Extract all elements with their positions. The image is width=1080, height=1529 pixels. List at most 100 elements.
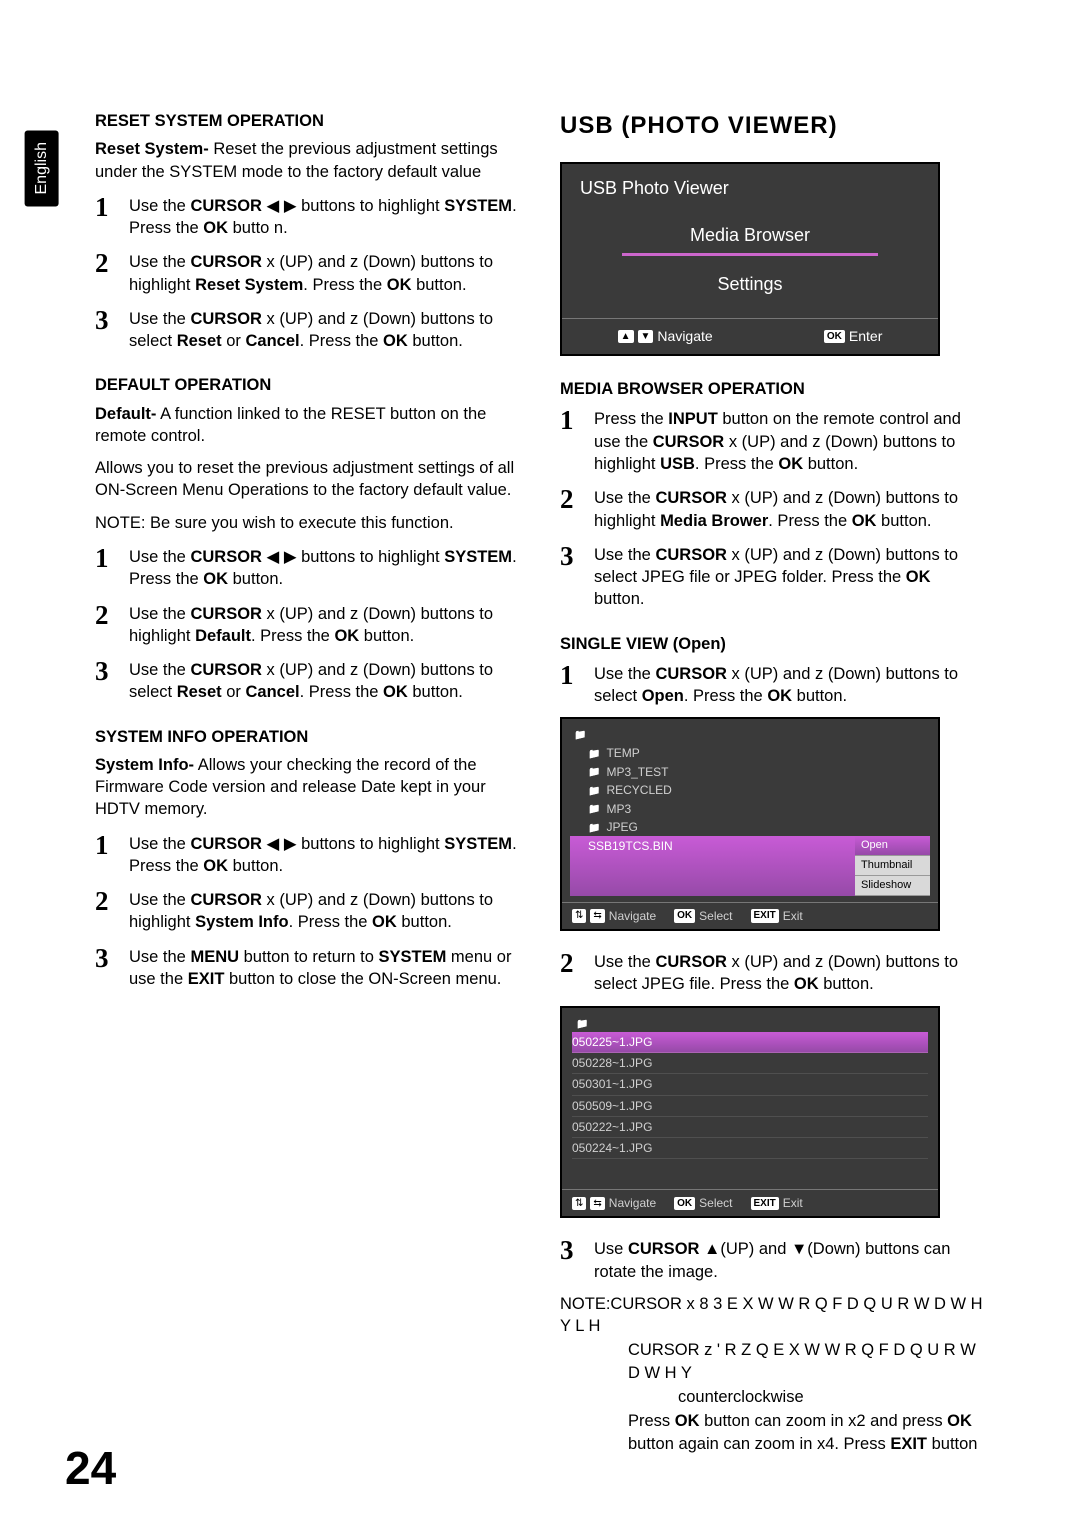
single-view-title: SINGLE VIEW (Open)	[560, 633, 985, 655]
step-number: 2	[95, 249, 129, 277]
single-step-1: Use the CURSOR x (UP) and z (Down) butto…	[594, 661, 985, 708]
file-item: 050509~1.JPG	[572, 1096, 928, 1117]
updown-icon: ⇅	[572, 1197, 586, 1211]
page-number: 24	[65, 1437, 116, 1499]
menu-item-media-browser: Media Browser	[622, 223, 878, 256]
media-step-3: Use the CURSOR x (UP) and z (Down) butto…	[594, 542, 985, 611]
sysinfo-steps: 1Use the CURSOR ◀ ▶ buttons to highlight…	[95, 831, 520, 991]
default-note: NOTE: Be sure you wish to execute this f…	[95, 512, 520, 534]
step-number: 3	[560, 1236, 594, 1264]
folder-name: RECYCLED	[606, 782, 671, 798]
step-number: 1	[95, 831, 129, 859]
step-number: 1	[560, 406, 594, 434]
footer-enter-label: Enter	[849, 327, 882, 346]
media-step-2: Use the CURSOR x (UP) and z (Down) butto…	[594, 485, 985, 532]
ok-key-icon: OK	[674, 909, 695, 923]
folder-row: MP3	[570, 799, 930, 818]
sysinfo-step-2: Use the CURSOR x (UP) and z (Down) butto…	[129, 887, 520, 934]
folder-name: JPEG	[606, 819, 637, 835]
folder-row: TEMP	[570, 744, 930, 763]
step-number: 2	[560, 485, 594, 513]
single-steps-2: 2Use the CURSOR x (UP) and z (Down) butt…	[560, 949, 985, 996]
reset-title: RESET SYSTEM OPERATION	[95, 110, 520, 132]
step-number: 3	[95, 306, 129, 334]
file-browser-2: 050225~1.JPG 050228~1.JPG 050301~1.JPG 0…	[560, 1006, 940, 1219]
single-steps-3: 3Use CURSOR ▲(UP) and ▼(Down) buttons ca…	[560, 1236, 985, 1283]
reset-step-1: Use the CURSOR ◀ ▶ buttons to highlight …	[129, 193, 520, 240]
language-tab: English	[25, 130, 59, 206]
note-line-2: CURSOR z ' R Z Q E X W W R Q F D Q U R W…	[560, 1339, 985, 1384]
folder-row: MP3_TEST	[570, 762, 930, 781]
ok-key-icon: OK	[824, 330, 845, 344]
file-item: 050228~1.JPG	[572, 1053, 928, 1074]
sysinfo-p: System Info- Allows your checking the re…	[95, 754, 520, 821]
reset-steps: 1Use the CURSOR ◀ ▶ buttons to highlight…	[95, 193, 520, 353]
step-number: 2	[95, 601, 129, 629]
media-browser-section: MEDIA BROWSER OPERATION 1Press the INPUT…	[560, 378, 985, 610]
step-number: 2	[95, 887, 129, 915]
step-number: 1	[95, 544, 129, 572]
right-column: USB (PHOTO VIEWER) USB Photo Viewer Medi…	[560, 110, 985, 1457]
note-line-4: Press OK button can zoom in x2 and press…	[560, 1410, 985, 1455]
default-step-2: Use the CURSOR x (UP) and z (Down) butto…	[129, 601, 520, 648]
sysinfo-step-1: Use the CURSOR ◀ ▶ buttons to highlight …	[129, 831, 520, 878]
exit-key-icon: EXIT	[751, 1197, 779, 1211]
root-folder	[572, 1014, 928, 1033]
footer-navigate: ▲ ▼Navigate	[618, 327, 713, 346]
footer-nav-label: Navigate	[609, 1195, 656, 1211]
media-title: MEDIA BROWSER OPERATION	[560, 378, 985, 400]
usb-menu-header: USB Photo Viewer	[562, 164, 938, 212]
single-step-3: Use CURSOR ▲(UP) and ▼(Down) buttons can…	[594, 1236, 985, 1283]
folder-name: MP3_TEST	[606, 764, 668, 780]
folder-row: RECYCLED	[570, 781, 930, 800]
left-column: RESET SYSTEM OPERATION Reset System- Res…	[95, 110, 520, 1457]
media-steps: 1Press the INPUT button on the remote co…	[560, 406, 985, 610]
sysinfo-p-strong: System Info-	[95, 756, 194, 774]
folder-icon	[588, 800, 600, 817]
sysinfo-step-3: Use the MENU button to return to SYSTEM …	[129, 944, 520, 991]
ok-key-icon: OK	[674, 1197, 695, 1211]
arrow-up-icon: ▲	[618, 330, 634, 344]
reset-intro-strong: Reset System-	[95, 140, 209, 158]
file-item: 050222~1.JPG	[572, 1117, 928, 1138]
footer-select: OKSelect	[674, 908, 732, 924]
leftright-icon: ⇆	[590, 1197, 604, 1211]
footer-navigate: ⇅⇆Navigate	[572, 908, 656, 924]
default-p2: Allows you to reset the previous adjustm…	[95, 457, 520, 502]
submenu-slideshow: Slideshow	[855, 876, 930, 896]
usb-heading: USB (PHOTO VIEWER)	[560, 110, 985, 142]
selected-file-name: SSB19TCS.BIN	[570, 836, 855, 896]
default-p1: Default- A function linked to the RESET …	[95, 403, 520, 448]
reset-step-2: Use the CURSOR x (UP) and z (Down) butto…	[129, 249, 520, 296]
reset-intro: Reset System- Reset the previous adjustm…	[95, 138, 520, 183]
media-step-1: Press the INPUT button on the remote con…	[594, 406, 985, 475]
submenu-thumbnail: Thumbnail	[855, 856, 930, 876]
folder-name: TEMP	[606, 745, 639, 761]
reset-section: RESET SYSTEM OPERATION Reset System- Res…	[95, 110, 520, 352]
page-content: RESET SYSTEM OPERATION Reset System- Res…	[0, 0, 1080, 1457]
step-number: 2	[560, 949, 594, 977]
folder-icon	[588, 819, 600, 836]
footer-select-label: Select	[699, 1195, 732, 1211]
selected-file-row: SSB19TCS.BIN Open Thumbnail Slideshow	[570, 836, 930, 896]
default-step-3: Use the CURSOR x (UP) and z (Down) butto…	[129, 657, 520, 704]
folder-icon	[574, 726, 586, 743]
folder-icon	[588, 763, 600, 780]
footer-enter: OK Enter	[824, 327, 882, 346]
folder-icon	[588, 745, 600, 762]
note-line-3: counterclockwise	[560, 1386, 985, 1408]
footer-navigate-label: Navigate	[657, 327, 712, 346]
arrow-down-icon: ▼	[638, 330, 654, 344]
footer-exit-label: Exit	[783, 1195, 803, 1211]
folder-icon	[576, 1015, 588, 1032]
context-submenu: Open Thumbnail Slideshow	[855, 836, 930, 896]
sysinfo-title: SYSTEM INFO OPERATION	[95, 726, 520, 748]
folder-name: MP3	[606, 801, 631, 817]
footer-select: OK Select	[674, 1195, 732, 1211]
default-steps: 1Use the CURSOR ◀ ▶ buttons to highlight…	[95, 544, 520, 704]
single-step-2: Use the CURSOR x (UP) and z (Down) butto…	[594, 949, 985, 996]
reset-step-3: Use the CURSOR x (UP) and z (Down) butto…	[129, 306, 520, 353]
file-item-selected: 050225~1.JPG	[572, 1032, 928, 1053]
footer-exit: EXITExit	[751, 908, 803, 924]
exit-key-icon: EXIT	[751, 909, 779, 923]
